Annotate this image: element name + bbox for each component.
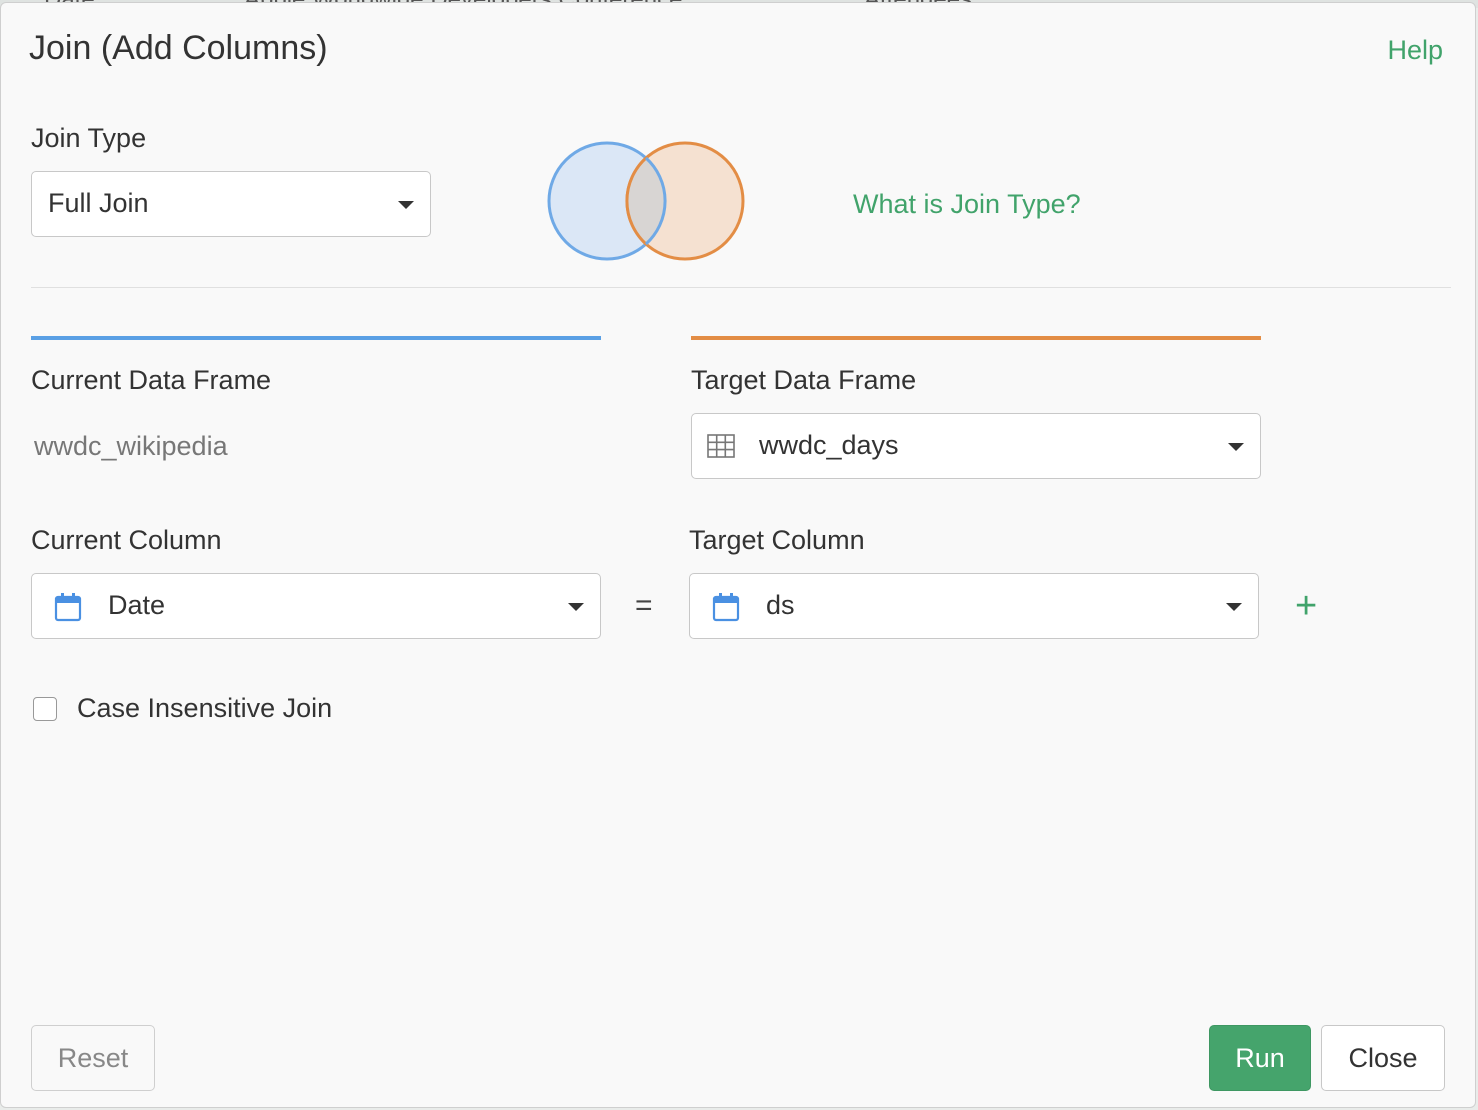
- join-dialog: Join (Add Columns) Help Join Type Full J…: [0, 2, 1476, 1108]
- target-frame-select[interactable]: wwdc_days: [691, 413, 1261, 479]
- current-frame-accent-bar: [31, 336, 601, 340]
- chevron-down-icon: [1226, 603, 1242, 611]
- section-divider: [31, 287, 1451, 288]
- target-frame-label: Target Data Frame: [691, 365, 917, 395]
- what-is-join-type-link[interactable]: What is Join Type?: [853, 189, 1081, 220]
- current-column-value: Date: [108, 590, 166, 620]
- dialog-title: Join (Add Columns): [29, 29, 328, 67]
- run-button[interactable]: Run: [1209, 1025, 1311, 1091]
- current-frame-label: Current Data Frame: [31, 365, 272, 395]
- current-column-select[interactable]: Date: [31, 573, 601, 639]
- chevron-down-icon: [398, 201, 414, 209]
- join-type-label: Join Type: [31, 123, 147, 153]
- join-type-value: Full Join: [48, 188, 149, 218]
- table-icon: [707, 434, 735, 458]
- chevron-down-icon: [1228, 443, 1244, 451]
- help-link[interactable]: Help: [1387, 35, 1443, 66]
- equals-operator: =: [635, 589, 653, 622]
- join-type-select[interactable]: Full Join: [31, 171, 431, 237]
- current-frame-value: wwdc_wikipedia: [34, 431, 228, 461]
- calendar-icon: [712, 593, 740, 622]
- target-frame-value: wwdc_days: [759, 430, 899, 460]
- reset-button[interactable]: Reset: [31, 1025, 155, 1091]
- target-column-select[interactable]: ds: [689, 573, 1259, 639]
- chevron-down-icon: [568, 603, 584, 611]
- calendar-icon: [54, 593, 82, 622]
- target-frame-accent-bar: [691, 336, 1261, 340]
- target-column-label: Target Column: [689, 525, 865, 555]
- target-column-value: ds: [766, 590, 795, 620]
- current-column-label: Current Column: [31, 525, 222, 555]
- add-column-pair-button[interactable]: +: [1295, 587, 1317, 625]
- case-insensitive-checkbox[interactable]: [33, 697, 57, 721]
- venn-diagram-icon: [547, 141, 745, 261]
- close-button[interactable]: Close: [1321, 1025, 1445, 1091]
- case-insensitive-label[interactable]: Case Insensitive Join: [77, 693, 332, 724]
